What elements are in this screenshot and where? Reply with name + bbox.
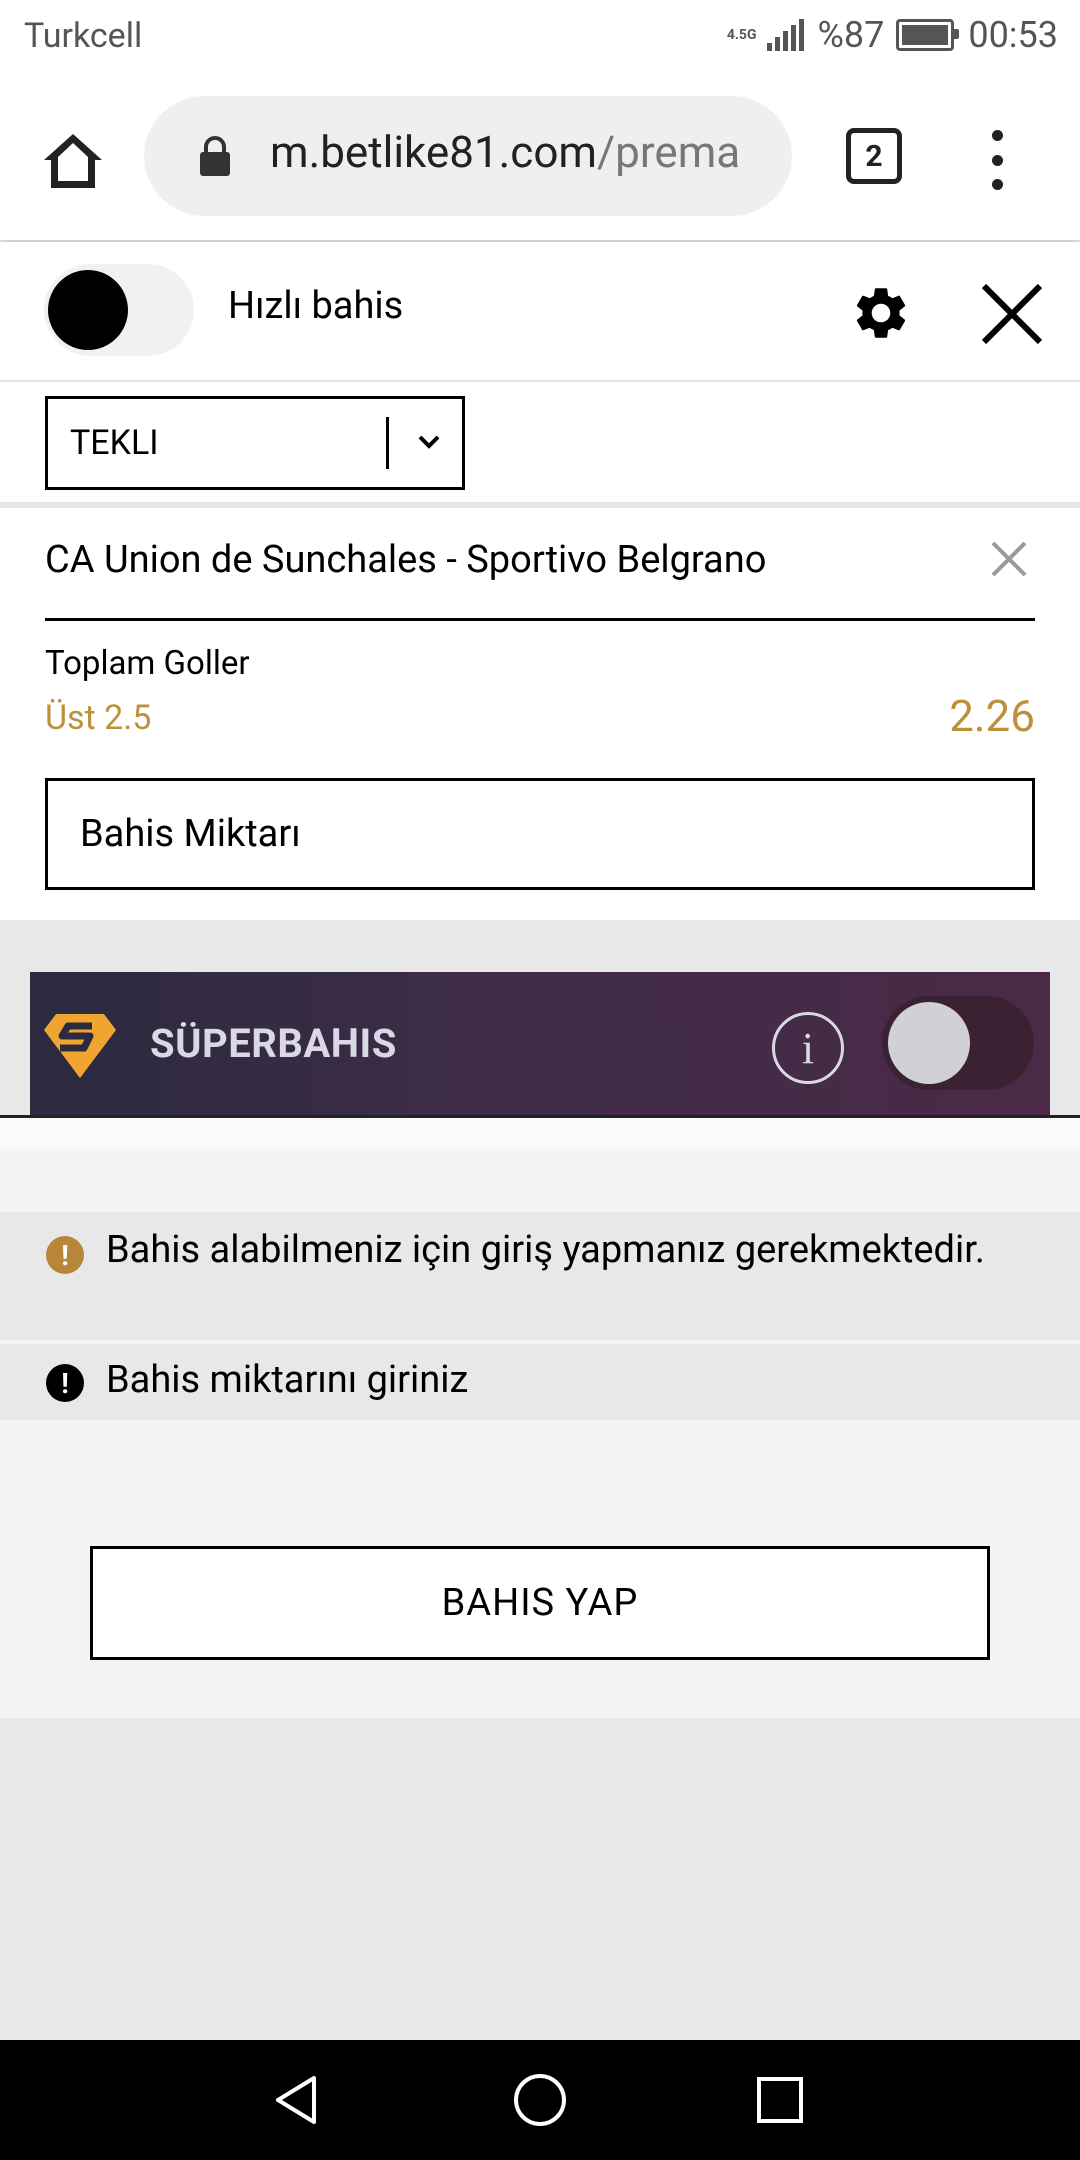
superbahis-label: SÜPERBAHIS <box>150 1020 397 1067</box>
lock-icon <box>198 136 232 176</box>
home-icon[interactable] <box>38 126 108 196</box>
stake-input[interactable] <box>45 778 1035 890</box>
select-divider <box>386 417 389 469</box>
gear-icon[interactable] <box>850 282 912 344</box>
place-bet-button[interactable]: BAHIS YAP <box>90 1546 990 1660</box>
chevron-down-icon <box>412 425 446 459</box>
amount-warning: ! Bahis miktarını giriniz <box>0 1344 1080 1420</box>
login-warning: ! Bahis alabilmeniz için giriş yapmanız … <box>0 1212 1080 1340</box>
toggle-knob <box>48 270 128 350</box>
match-title: CA Union de Sunchales - Sportivo Belgran… <box>45 538 767 582</box>
bet-type-select[interactable]: TEKLI <box>45 396 465 490</box>
info-icon[interactable]: i <box>772 1012 844 1084</box>
battery-icon <box>896 19 960 51</box>
home-circle-icon[interactable] <box>510 2070 570 2130</box>
market-name: Toplam Goller <box>45 644 250 683</box>
amount-warning-text: Bahis miktarını giriniz <box>106 1358 469 1402</box>
url-path: /prema <box>597 126 741 178</box>
signal-icon <box>766 19 804 51</box>
battery-percent: %87 <box>817 14 885 56</box>
divider <box>45 618 1035 621</box>
tab-switcher-button[interactable]: 2 <box>846 128 902 184</box>
quick-bet-label: Hızlı bahis <box>228 284 404 328</box>
toggle-knob <box>888 1002 970 1084</box>
url-domain: m.betlike81.com <box>270 126 597 178</box>
login-warning-text: Bahis alabilmeniz için giriş yapmanız ge… <box>106 1228 985 1272</box>
error-icon: ! <box>46 1364 84 1402</box>
remove-selection-icon[interactable] <box>990 540 1028 578</box>
back-icon[interactable] <box>270 2070 330 2130</box>
bet-type-row: TEKLI <box>0 382 1080 508</box>
recents-icon[interactable] <box>750 2070 810 2130</box>
url-text[interactable]: m.betlike81.com/prema <box>270 126 786 178</box>
clock: 00:53 <box>968 14 1058 56</box>
close-icon[interactable] <box>980 282 1044 346</box>
address-bar[interactable]: m.betlike81.com/prema <box>144 96 792 216</box>
betslip-header: Hızlı bahis <box>0 242 1080 383</box>
selection-pick: Üst 2.5 <box>45 698 152 738</box>
bet-selection-card: CA Union de Sunchales - Sportivo Belgran… <box>0 508 1080 920</box>
overflow-menu-icon[interactable] <box>982 130 1012 190</box>
superbahis-toggle[interactable] <box>882 996 1034 1090</box>
battery-fill <box>902 25 948 45</box>
warning-icon: ! <box>46 1236 84 1274</box>
browser-toolbar: m.betlike81.com/prema 2 <box>0 72 1080 240</box>
carrier-name: Turkcell <box>24 16 143 56</box>
network-type: 4.5G <box>726 27 757 43</box>
status-bar: Turkcell 4.5G %87 00:53 <box>0 0 1080 72</box>
spacer <box>0 1118 1080 1148</box>
odds-value: 2.26 <box>949 690 1035 742</box>
betslip-footer: ! Bahis alabilmeniz için giriş yapmanız … <box>0 1148 1080 1718</box>
superbahis-banner: SÜPERBAHIS i <box>30 972 1050 1115</box>
bet-type-value: TEKLI <box>70 423 159 463</box>
superbahis-logo-icon <box>42 1012 118 1080</box>
status-indicators: 4.5G %87 00:53 <box>727 14 1058 56</box>
system-navigation-bar <box>0 2040 1080 2160</box>
quick-bet-toggle[interactable] <box>44 264 194 356</box>
